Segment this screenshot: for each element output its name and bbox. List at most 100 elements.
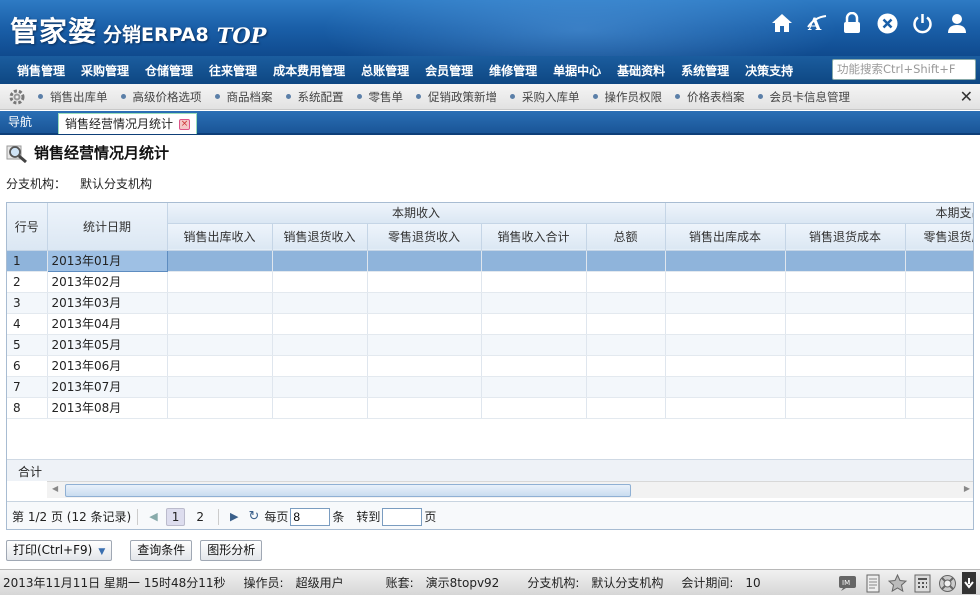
- grid-table: 行号 统计日期 本期收入 本期支出 销售出库收入 销售退货收入 零售退货收入 销…: [7, 203, 973, 419]
- group-header-income: 本期收入: [167, 203, 666, 224]
- column-header-date[interactable]: 统计日期: [47, 203, 168, 251]
- quicklink[interactable]: 会员卡信息管理: [757, 89, 850, 105]
- column-header[interactable]: 销售出库收入: [167, 223, 273, 251]
- menu-accounts[interactable]: 往来管理: [201, 62, 265, 79]
- pagination-bar: 第 1/2 页 (12 条记录) ◀ 1 2 ▶ ↻ 每页 条 转到 页: [7, 501, 973, 529]
- quicklink[interactable]: 系统配置: [285, 89, 344, 105]
- column-header[interactable]: 销售出库成本: [665, 223, 786, 251]
- table-row[interactable]: 5 2013年05月: [7, 334, 973, 356]
- tab-close-icon[interactable]: ×: [179, 118, 191, 130]
- tab-sales-monthly[interactable]: 销售经营情况月统计 ×: [58, 113, 198, 134]
- menu-purchase[interactable]: 采购管理: [73, 62, 137, 79]
- table-row[interactable]: 8 2013年08月: [7, 397, 973, 419]
- menu-decision[interactable]: 决策支持: [737, 62, 801, 79]
- goto-label: 转到: [356, 510, 381, 524]
- branch-value: 默认分支机构: [80, 177, 153, 191]
- table-row[interactable]: 4 2013年04月: [7, 313, 973, 335]
- user-icon[interactable]: [946, 12, 968, 34]
- query-conditions-button[interactable]: 查询条件: [130, 540, 193, 561]
- menu-documents[interactable]: 单据中心: [545, 62, 609, 79]
- logo-brand: 管家婆: [10, 15, 98, 48]
- goto-unit: 页: [424, 510, 437, 524]
- quicklink[interactable]: 商品档案: [214, 89, 273, 105]
- branch-label: 分支机构：: [6, 177, 67, 191]
- account-label: 账套:: [385, 576, 414, 590]
- action-buttons: 打印(Ctrl+F9) ▼ 查询条件 图形分析: [6, 540, 263, 561]
- menu-down-icon[interactable]: [962, 572, 976, 594]
- column-header[interactable]: 零售退货收入: [367, 223, 482, 251]
- power-icon[interactable]: [911, 12, 933, 34]
- status-datetime: 2013年11月11日 星期一 15时48分11秒: [3, 576, 226, 590]
- table-row[interactable]: 1 2013年01月: [7, 249, 973, 272]
- column-header[interactable]: 销售收入合计: [481, 223, 587, 251]
- operator-label: 操作员:: [243, 576, 284, 590]
- app-logo: 管家婆 分销ERPA8 TOP: [10, 6, 266, 50]
- scrollbar-thumb[interactable]: [65, 484, 631, 497]
- column-header[interactable]: 销售退货成本: [785, 223, 906, 251]
- menu-system[interactable]: 系统管理: [673, 62, 737, 79]
- operator-value: 超级用户: [295, 576, 344, 590]
- quicklink[interactable]: 高级价格选项: [120, 89, 202, 105]
- quicklink[interactable]: 操作员权限: [592, 89, 662, 105]
- table-row[interactable]: 2 2013年02月: [7, 271, 973, 293]
- quicklink[interactable]: 促销政策新增: [416, 89, 497, 105]
- home-icon[interactable]: [771, 12, 793, 34]
- menu-basic-data[interactable]: 基础资料: [609, 62, 673, 79]
- goto-page-input[interactable]: [382, 507, 423, 526]
- column-header[interactable]: 总额: [586, 223, 666, 251]
- lifebuoy-icon[interactable]: [937, 573, 958, 594]
- scroll-left-icon[interactable]: ◀: [52, 484, 58, 493]
- per-page-unit: 条: [332, 510, 345, 524]
- close-circle-icon[interactable]: [876, 12, 898, 34]
- message-icon[interactable]: IM: [837, 573, 858, 594]
- page-button-2[interactable]: 2: [191, 509, 209, 525]
- menu-member[interactable]: 会员管理: [417, 62, 481, 79]
- tab-label: 销售经营情况月统计: [65, 116, 174, 131]
- refresh-icon[interactable]: ↻: [248, 509, 259, 524]
- period-label: 会计期间:: [681, 576, 734, 590]
- menu-ledger[interactable]: 总账管理: [353, 62, 417, 79]
- column-header[interactable]: 零售退货成本: [905, 223, 973, 251]
- menu-sales[interactable]: 销售管理: [9, 62, 73, 79]
- lock-icon[interactable]: [841, 12, 863, 34]
- menu-cost[interactable]: 成本费用管理: [265, 62, 353, 79]
- magnifier-icon: [6, 145, 27, 163]
- prev-page-icon[interactable]: ◀: [149, 510, 157, 523]
- table-row[interactable]: 6 2013年06月: [7, 355, 973, 377]
- function-search-input[interactable]: 功能搜索Ctrl+Shift+F: [832, 59, 976, 80]
- close-icon[interactable]: ✕: [960, 87, 973, 106]
- menu-repair[interactable]: 维修管理: [481, 62, 545, 79]
- per-page-input[interactable]: [290, 507, 331, 526]
- table-row[interactable]: 7 2013年07月: [7, 376, 973, 398]
- notepad-icon[interactable]: [862, 573, 883, 594]
- font-icon[interactable]: A: [806, 12, 828, 34]
- quicklink[interactable]: 价格表档案: [675, 89, 745, 105]
- page-button-1[interactable]: 1: [165, 507, 186, 526]
- next-page-icon[interactable]: ▶: [230, 510, 238, 523]
- menu-warehouse[interactable]: 仓储管理: [137, 62, 201, 79]
- quicklink[interactable]: 零售单: [356, 89, 403, 105]
- horizontal-scrollbar[interactable]: ◀ ▶: [47, 481, 973, 498]
- header-decoration: [320, 0, 840, 56]
- calculator-icon[interactable]: [912, 573, 933, 594]
- data-grid: 行号 统计日期 本期收入 本期支出 销售出库收入 销售退货收入 零售退货收入 销…: [6, 202, 974, 530]
- tab-navigation[interactable]: 导航: [0, 111, 55, 134]
- quicklink[interactable]: 销售出库单: [38, 89, 108, 105]
- branch-filter: 分支机构： 默认分支机构: [6, 175, 152, 192]
- star-icon[interactable]: [887, 573, 908, 594]
- table-row[interactable]: 3 2013年03月: [7, 292, 973, 314]
- column-header[interactable]: 销售退货收入: [272, 223, 368, 251]
- chart-analysis-button[interactable]: 图形分析: [200, 540, 263, 561]
- page-info: 第 1/2 页 (12 条记录): [12, 510, 132, 524]
- print-button[interactable]: 打印(Ctrl+F9) ▼: [6, 540, 113, 561]
- quicklink[interactable]: 采购入库单: [510, 89, 580, 105]
- logo-edition: TOP: [216, 23, 267, 48]
- account-value: 演示8topv92: [425, 576, 500, 590]
- scroll-right-icon[interactable]: ▶: [964, 484, 970, 493]
- chevron-down-icon[interactable]: ▼: [98, 547, 105, 557]
- column-header-rownum[interactable]: 行号: [7, 203, 48, 251]
- logo-product: 分销ERPA8: [103, 24, 209, 46]
- gear-icon[interactable]: [8, 88, 26, 106]
- status-branch-label: 分支机构:: [527, 576, 580, 590]
- page-title: 销售经营情况月统计: [6, 142, 169, 163]
